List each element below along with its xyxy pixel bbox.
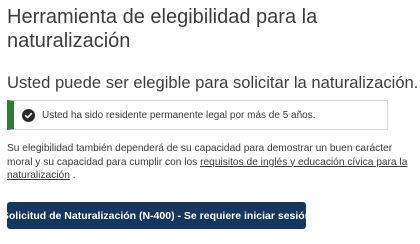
- details-text-end: .: [69, 170, 76, 181]
- n400-application-button[interactable]: Solicitud de Naturalización (N-400) - Se…: [2, 202, 311, 229]
- alert-message: Usted ha sido residente permanente legal…: [42, 109, 316, 121]
- eligibility-subtitle: Usted puede ser elegible para solicitar …: [7, 73, 419, 92]
- success-alert: Usted ha sido residente permanente legal…: [7, 100, 388, 130]
- eligibility-result-page: Herramienta de elegibilidad para la natu…: [0, 0, 420, 244]
- eligibility-details: Su elegibilidad también dependerá de su …: [7, 142, 412, 183]
- check-circle-icon: [22, 108, 35, 122]
- page-title: Herramienta de elegibilidad para la natu…: [7, 6, 318, 52]
